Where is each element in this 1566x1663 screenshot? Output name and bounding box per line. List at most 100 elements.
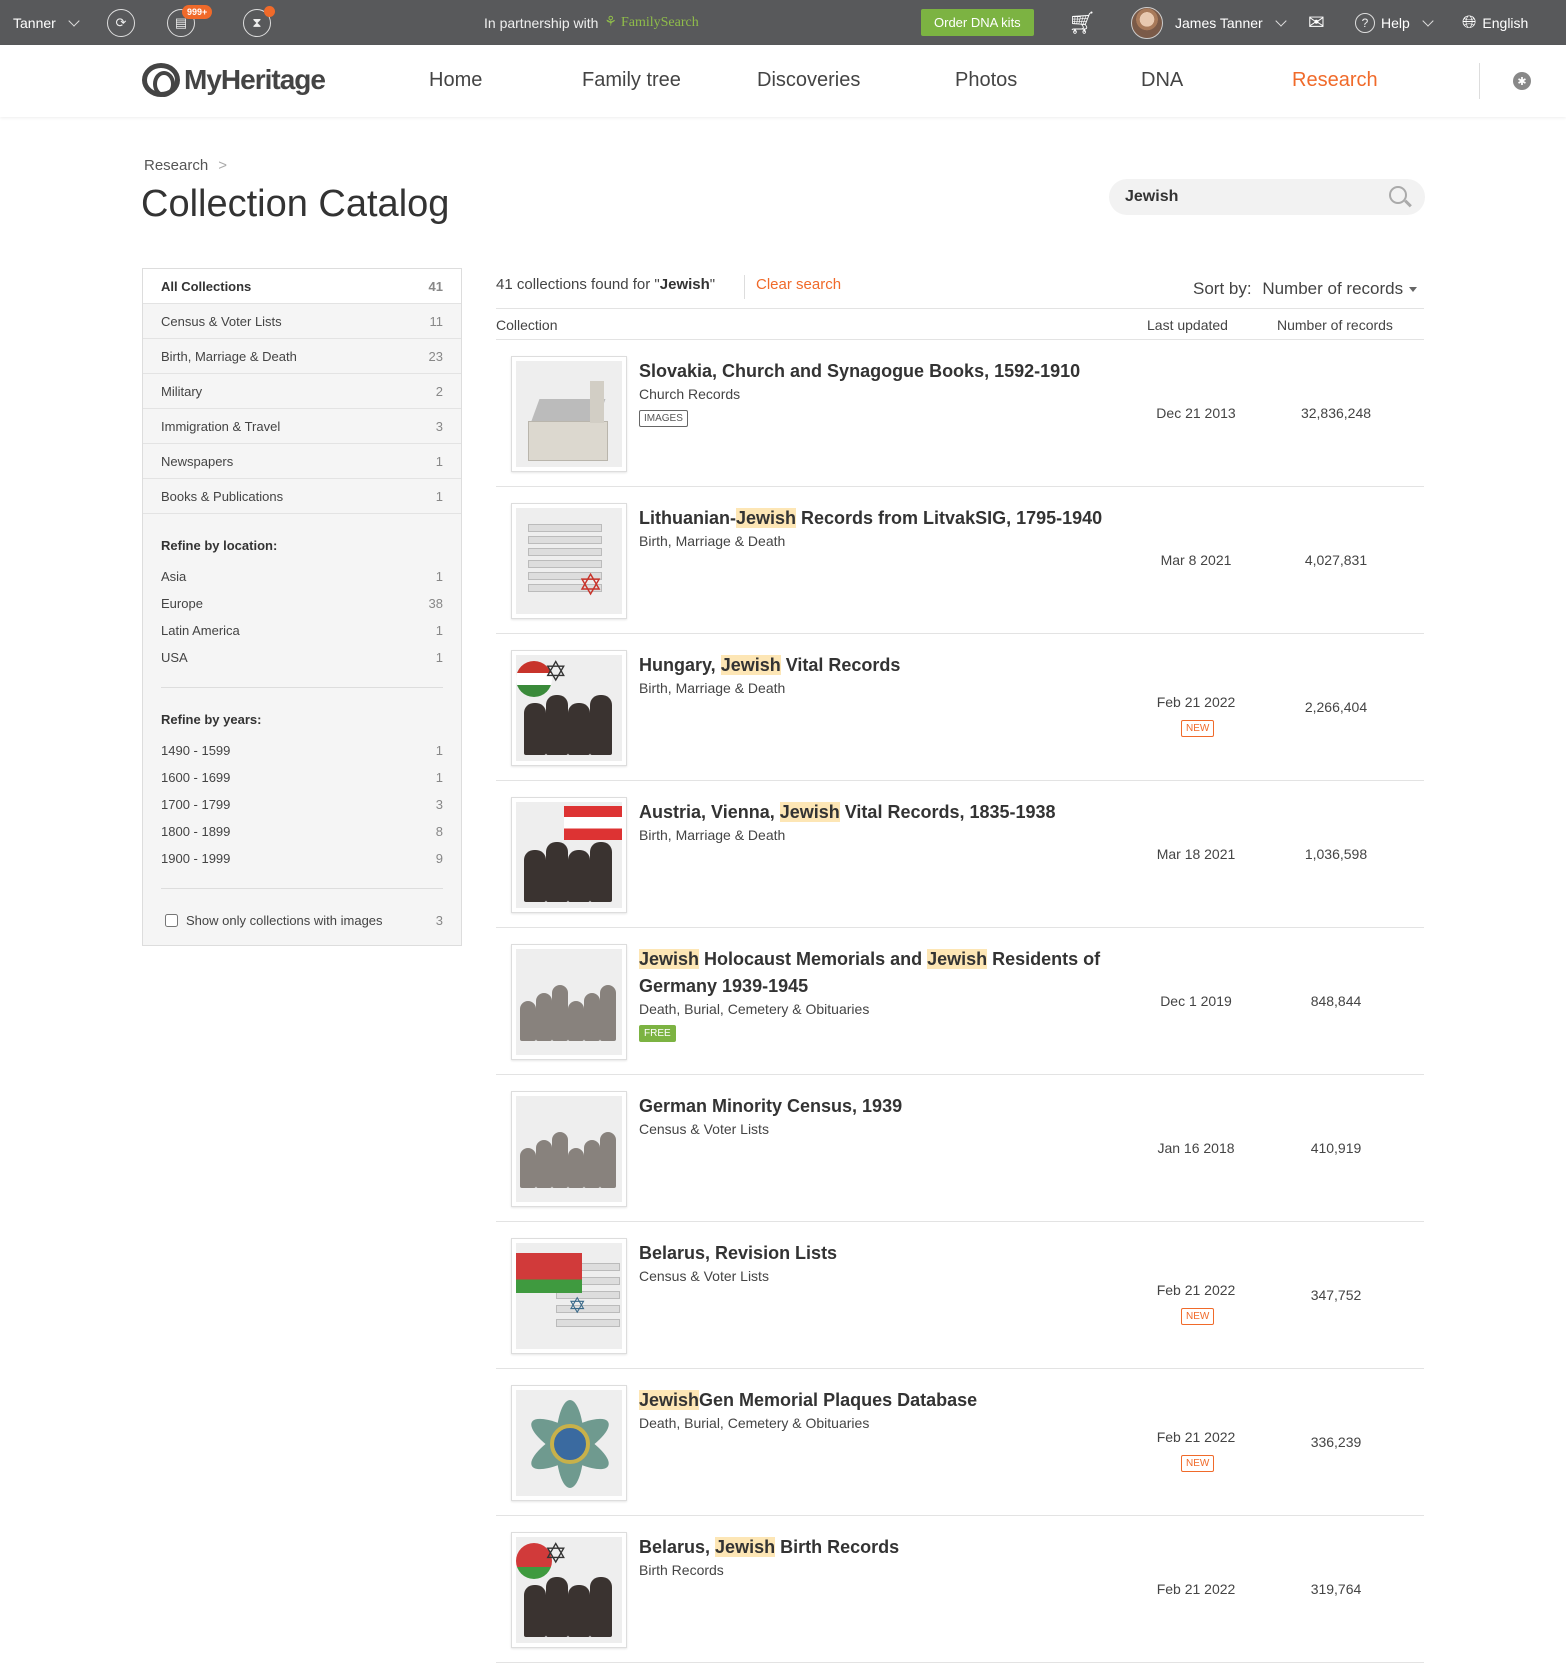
- nav-home[interactable]: Home: [429, 69, 482, 92]
- column-last-updated[interactable]: Last updated: [1147, 317, 1228, 333]
- years-1600-1699[interactable]: 1600 - 1699 1: [143, 764, 461, 791]
- collection-title[interactable]: German Minority Census, 1939: [639, 1093, 1119, 1120]
- language-selector[interactable]: 🌐︎ English: [1462, 0, 1528, 45]
- collection-thumbnail[interactable]: [511, 356, 627, 472]
- last-updated: Feb 21 2022: [1156, 1581, 1236, 1597]
- result-row[interactable]: Austria, Vienna, Jewish Vital Records, 1…: [496, 781, 1424, 928]
- collection-title[interactable]: Hungary, Jewish Vital Records: [639, 652, 1119, 679]
- category-count: 41: [428, 278, 443, 294]
- results-query: Jewish: [659, 276, 710, 293]
- number-of-records: 848,844: [1310, 993, 1362, 1009]
- search-icon[interactable]: [1389, 186, 1407, 204]
- new-badge: NEW: [1181, 720, 1215, 737]
- hourglass-icon[interactable]: ⧗: [243, 5, 275, 37]
- result-row[interactable]: ✡ Hungary, Jewish Vital Records Birth, Mar…: [496, 634, 1424, 781]
- language-label: English: [1482, 14, 1529, 31]
- category-immigration-travel[interactable]: Immigration & Travel 3: [143, 409, 461, 444]
- site-switcher-label: Tanner: [13, 14, 56, 31]
- years-1800-1899[interactable]: 1800 - 1899 8: [143, 818, 461, 845]
- collection-thumbnail[interactable]: ✡: [511, 503, 627, 619]
- category-military[interactable]: Military 2: [143, 374, 461, 409]
- category-label: Military: [161, 383, 203, 399]
- top-bar: Tanner ⟳ ▤ 999+ ⧗ In partnership with ⚘ Fa…: [0, 0, 1566, 45]
- category-label: Books & Publications: [161, 488, 284, 504]
- collection-title[interactable]: Belarus, Revision Lists: [639, 1240, 1119, 1267]
- collection-thumbnail[interactable]: [511, 1385, 627, 1501]
- years-1900-1999[interactable]: 1900 - 1999 9: [143, 845, 461, 872]
- category-census-voter-lists[interactable]: Census & Voter Lists 11: [143, 304, 461, 339]
- location-europe[interactable]: Europe 38: [143, 590, 461, 617]
- result-row[interactable]: Jewish Holocaust Memorials and Jewish Re…: [496, 928, 1424, 1075]
- location-asia[interactable]: Asia 1: [143, 563, 461, 590]
- years-1490-1599[interactable]: 1490 - 1599 1: [143, 737, 461, 764]
- title-text: Belarus, Revision Lists: [639, 1243, 838, 1263]
- images-only-checkbox[interactable]: [165, 914, 178, 927]
- order-dna-kits-button[interactable]: Order DNA kits: [921, 9, 1034, 36]
- collection-thumbnail[interactable]: ✡: [511, 1532, 627, 1648]
- breadcrumb-research[interactable]: Research: [144, 157, 208, 174]
- site-switcher[interactable]: Tanner: [13, 0, 80, 45]
- result-row[interactable]: ✡ Lithuanian-Jewish Records from LitvakSI…: [496, 487, 1424, 634]
- chevron-down-icon: [1275, 14, 1287, 27]
- nav-discoveries[interactable]: Discoveries: [757, 69, 860, 92]
- search-input[interactable]: [1109, 179, 1425, 215]
- collection-title[interactable]: Belarus, Jewish Birth Records: [639, 1534, 1119, 1561]
- person-figure: [552, 985, 568, 1041]
- collection-thumbnail[interactable]: ✡: [511, 650, 627, 766]
- results-summary: 41 collections found for "Jewish": [496, 276, 715, 293]
- search-highlight: Jewish: [715, 1537, 776, 1557]
- accessibility-icon[interactable]: ✱: [1513, 72, 1531, 90]
- images-badge: IMAGES: [639, 410, 688, 427]
- collection-thumbnail[interactable]: ✡: [511, 1238, 627, 1354]
- user-menu[interactable]: James Tanner: [1131, 0, 1287, 45]
- myheritage-logo[interactable]: MyHeritage: [142, 63, 326, 97]
- nav-dna[interactable]: DNA: [1141, 69, 1183, 92]
- result-row[interactable]: ✡ Belarus, Jewish Birth Records Birth Reco…: [496, 1516, 1424, 1663]
- last-updated: Feb 21 2022: [1156, 1429, 1236, 1445]
- collection-title[interactable]: Slovakia, Church and Synagogue Books, 15…: [639, 358, 1119, 385]
- collection-thumbnail[interactable]: [511, 797, 627, 913]
- familysearch-logo[interactable]: ⚘ FamilySearch: [604, 14, 698, 31]
- result-row[interactable]: ✡ Belarus, Revision Lists Census & Voter L…: [496, 1222, 1424, 1369]
- cart-icon[interactable]: 🛒︎: [1068, 0, 1096, 45]
- result-row[interactable]: German Minority Census, 1939 Census & Vot…: [496, 1075, 1424, 1222]
- result-row[interactable]: Slovakia, Church and Synagogue Books, 15…: [496, 340, 1424, 487]
- title-text: Gen Memorial Plaques Database: [699, 1390, 978, 1410]
- collection-thumbnail[interactable]: [511, 1091, 627, 1207]
- category-all-collections[interactable]: All Collections 41: [143, 269, 461, 304]
- nav-family-tree[interactable]: Family tree: [582, 69, 681, 92]
- person-figure: [590, 842, 612, 902]
- nav-photos[interactable]: Photos: [955, 69, 1017, 92]
- sync-icon[interactable]: ⟳: [107, 8, 135, 37]
- results-count-text: 41 collections found for ": [496, 276, 660, 293]
- alert-dot: [264, 5, 275, 17]
- globe-icon: 🌐︎: [1462, 12, 1477, 32]
- location-latin-america[interactable]: Latin America 1: [143, 617, 461, 644]
- collection-title[interactable]: Austria, Vienna, Jewish Vital Records, 1…: [639, 799, 1119, 826]
- mail-icon[interactable]: ✉: [1308, 0, 1325, 45]
- years-count: 9: [435, 851, 443, 866]
- collection-title[interactable]: JewishGen Memorial Plaques Database: [639, 1387, 1119, 1414]
- images-only-filter[interactable]: Show only collections with images 3: [143, 889, 461, 928]
- category-newspapers[interactable]: Newspapers 1: [143, 444, 461, 479]
- person-figure: [520, 1148, 536, 1188]
- sort-value: Number of records: [1262, 279, 1404, 298]
- help-menu[interactable]: ? Help: [1355, 0, 1434, 45]
- nav-research[interactable]: Research: [1292, 69, 1378, 92]
- sort-control[interactable]: Sort by: Number of records: [1193, 279, 1418, 299]
- breadcrumb-separator: >: [218, 157, 227, 174]
- category-birth-marriage-death[interactable]: Birth, Marriage & Death 23: [143, 339, 461, 374]
- collection-title[interactable]: Lithuanian-Jewish Records from LitvakSIG…: [639, 505, 1119, 532]
- collection-title[interactable]: Jewish Holocaust Memorials and Jewish Re…: [639, 946, 1119, 1000]
- logo-text: MyHeritage: [184, 64, 326, 95]
- collection-thumbnail[interactable]: [511, 944, 627, 1060]
- column-number-of-records[interactable]: Number of records: [1277, 317, 1393, 333]
- years-1700-1799[interactable]: 1700 - 1799 3: [143, 791, 461, 818]
- location-usa[interactable]: USA 1: [143, 644, 461, 671]
- paper-sheet: [528, 548, 602, 556]
- result-row[interactable]: JewishGen Memorial Plaques Database Death…: [496, 1369, 1424, 1516]
- notifications-icon[interactable]: ▤ 999+: [167, 4, 213, 37]
- category-books-publications[interactable]: Books & Publications 1: [143, 479, 461, 514]
- flower-center: [550, 1424, 590, 1464]
- clear-search-link[interactable]: Clear search: [756, 276, 841, 293]
